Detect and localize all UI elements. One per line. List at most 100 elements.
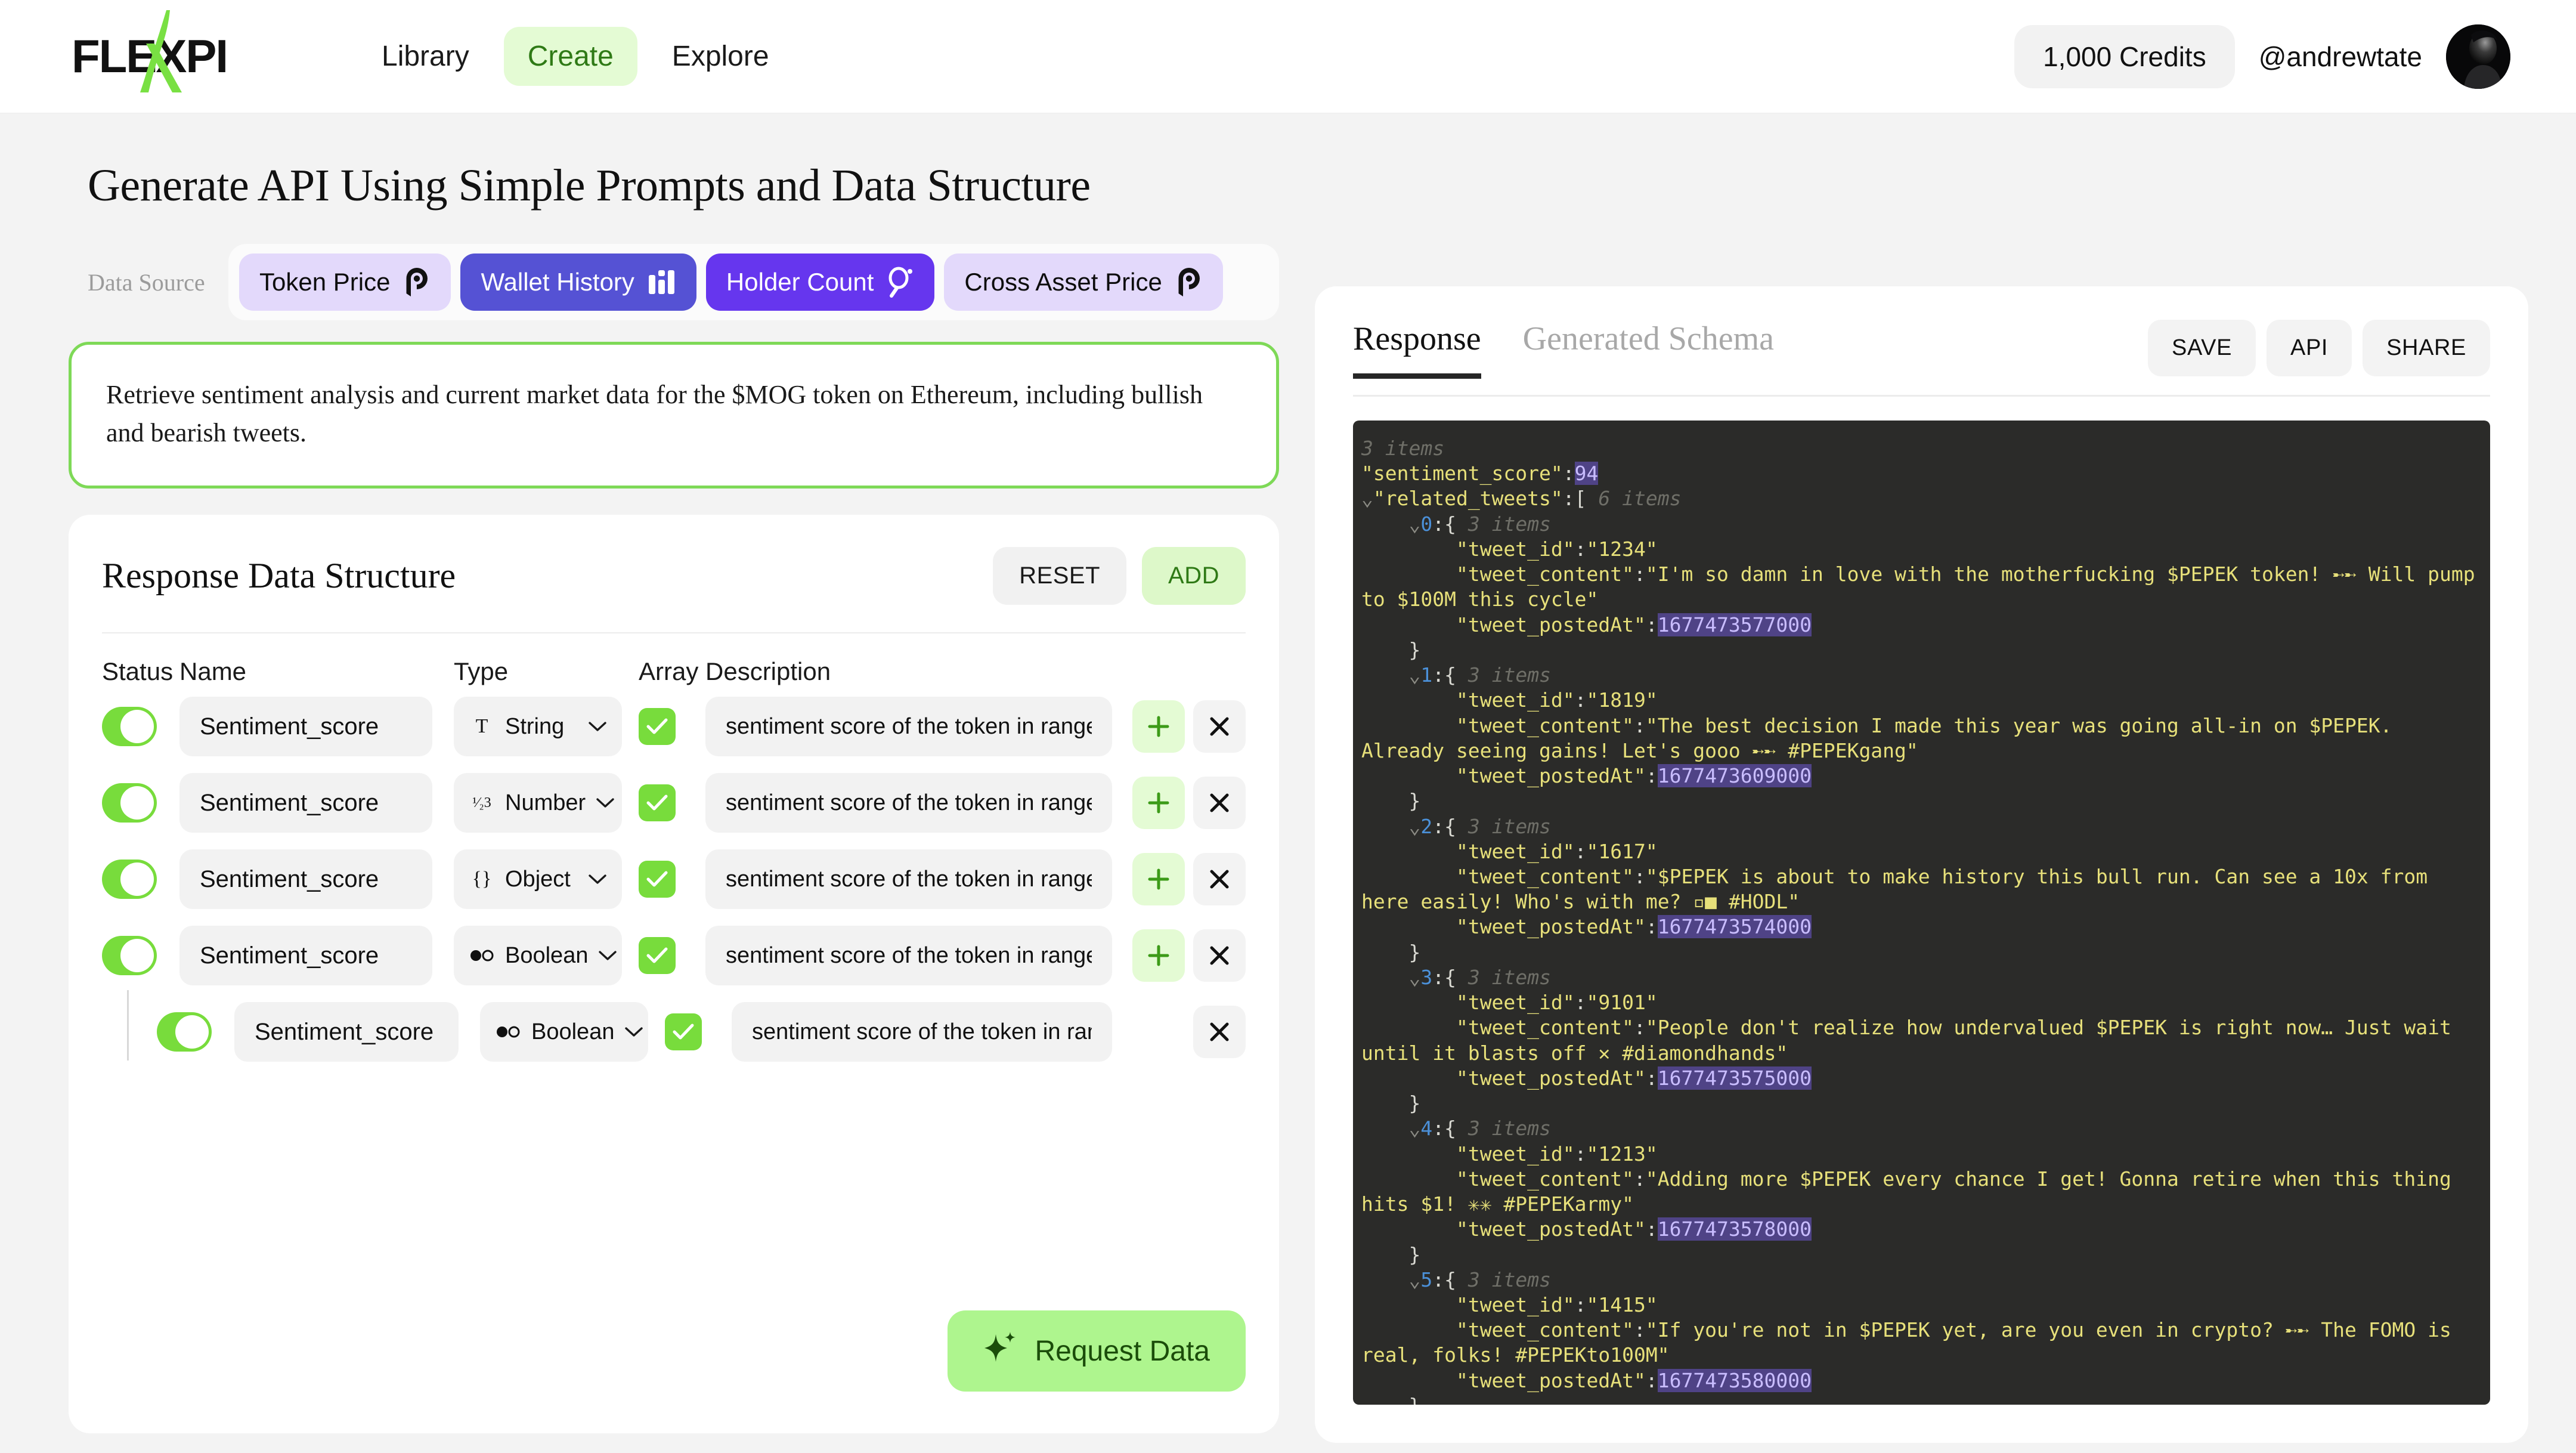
avatar[interactable] xyxy=(2446,24,2510,89)
delete-field-button[interactable] xyxy=(1193,929,1246,982)
field-description-input[interactable] xyxy=(705,849,1112,909)
nav-item-create[interactable]: Create xyxy=(503,27,637,86)
data-source-chip-wallet-history[interactable]: Wallet History xyxy=(460,253,696,311)
delete-field-button[interactable] xyxy=(1193,777,1246,829)
delete-field-button[interactable] xyxy=(1193,700,1246,753)
status-toggle[interactable] xyxy=(102,860,157,899)
field-name-input[interactable] xyxy=(179,697,432,756)
field-description-input[interactable] xyxy=(732,1002,1112,1062)
field-type-select[interactable]: Boolean xyxy=(480,1002,648,1062)
add-child-field-button[interactable] xyxy=(1132,929,1185,982)
logo-wordmark: FLEXPI xyxy=(72,30,228,82)
row-array-cell xyxy=(639,784,705,821)
response-header: Response Generated Schema SAVE API SHARE xyxy=(1353,320,2490,397)
array-checkbox[interactable] xyxy=(665,1013,702,1050)
add-child-field-button[interactable] xyxy=(1132,777,1185,829)
array-checkbox[interactable] xyxy=(639,708,676,745)
magnifier-icon xyxy=(887,267,914,298)
field-name-input[interactable] xyxy=(234,1002,459,1062)
tab-response[interactable]: Response xyxy=(1353,320,1481,379)
main-nav: Library Create Explore xyxy=(358,27,793,86)
page-title: Generate API Using Simple Prompts and Da… xyxy=(88,160,1091,211)
field-type-select[interactable]: {} Object xyxy=(454,849,622,909)
field-type-label: Number xyxy=(505,790,586,815)
status-toggle[interactable] xyxy=(102,783,157,823)
chip-label: Cross Asset Price xyxy=(964,268,1162,296)
credits-badge[interactable]: 1,000 Credits xyxy=(2014,24,2235,88)
status-toggle[interactable] xyxy=(102,936,157,975)
column-header-array: Array xyxy=(639,657,699,685)
chevron-down-icon xyxy=(624,1026,644,1038)
object-type-icon: {} xyxy=(472,868,492,890)
row-name-cell xyxy=(234,1002,480,1062)
delete-field-button[interactable] xyxy=(1193,853,1246,905)
row-type-cell: T String xyxy=(454,697,639,756)
data-source-row: Data Source Token Price Wallet History H… xyxy=(69,244,1279,320)
row-status-cell xyxy=(102,707,179,746)
data-source-label: Data Source xyxy=(88,268,205,296)
row-description-cell xyxy=(732,1002,1126,1062)
add-child-field-button[interactable] xyxy=(1132,700,1185,753)
username-label[interactable]: @andrewtate xyxy=(2259,41,2422,73)
status-toggle[interactable] xyxy=(157,1012,212,1052)
save-button[interactable]: SAVE xyxy=(2148,320,2256,376)
data-source-chip-holder-count[interactable]: Holder Count xyxy=(705,253,935,311)
row-name-cell xyxy=(179,849,454,909)
request-data-footer: Request Data xyxy=(102,1275,1246,1392)
field-name-input[interactable] xyxy=(179,773,432,833)
table-row: T String xyxy=(102,697,1246,756)
field-description-input[interactable] xyxy=(705,773,1112,833)
table-row: ¹⁄₂3 Number xyxy=(102,773,1246,833)
field-type-label: String xyxy=(505,713,565,739)
field-type-label: Boolean xyxy=(505,942,589,968)
table-row: Boolean xyxy=(102,926,1246,985)
header-right-group: 1,000 Credits @andrewtate xyxy=(2014,24,2510,89)
row-type-cell: {} Object xyxy=(454,849,639,909)
row-status-cell xyxy=(102,936,179,975)
table-row-nested: Boolean xyxy=(102,990,1246,1062)
chevron-down-icon xyxy=(595,797,615,809)
row-array-cell xyxy=(639,937,705,974)
row-type-cell: Boolean xyxy=(480,1002,665,1062)
sparkle-icon xyxy=(983,1331,1017,1371)
array-checkbox[interactable] xyxy=(639,784,676,821)
column-header-type: Type xyxy=(454,657,509,685)
json-response-viewer[interactable]: 3 items "sentiment_score":94 ⌄"related_twe… xyxy=(1353,421,2490,1405)
field-description-input[interactable] xyxy=(705,697,1112,756)
reset-button[interactable]: RESET xyxy=(993,547,1127,605)
add-child-field-button[interactable] xyxy=(1132,853,1185,905)
data-source-chip-token-price[interactable]: Token Price xyxy=(239,253,451,311)
number-type-icon: ¹⁄₂3 xyxy=(472,795,491,811)
add-button[interactable]: ADD xyxy=(1142,547,1246,605)
nav-item-explore[interactable]: Explore xyxy=(648,27,793,86)
field-name-input[interactable] xyxy=(179,849,432,909)
request-data-button[interactable]: Request Data xyxy=(948,1310,1246,1392)
row-array-cell xyxy=(639,708,705,745)
row-status-cell xyxy=(102,783,179,823)
column-header-description: Description xyxy=(705,657,831,685)
field-type-label: Boolean xyxy=(531,1019,615,1044)
column-header-status: Status xyxy=(102,657,174,685)
delete-field-button[interactable] xyxy=(1193,1006,1246,1058)
field-name-input[interactable] xyxy=(179,926,432,985)
array-checkbox[interactable] xyxy=(639,937,676,974)
toggle-knob xyxy=(120,939,154,972)
field-description-input[interactable] xyxy=(705,926,1112,985)
flexpi-logo[interactable]: FLEXPI xyxy=(72,10,228,92)
structure-title: Response Data Structure xyxy=(102,556,456,595)
api-button[interactable]: API xyxy=(2267,320,2352,376)
tab-generated-schema[interactable]: Generated Schema xyxy=(1523,320,1774,379)
nav-item-library[interactable]: Library xyxy=(358,27,493,86)
toggle-knob xyxy=(120,710,154,743)
share-button[interactable]: SHARE xyxy=(2363,320,2490,376)
data-source-chip-cross-asset-price[interactable]: Cross Asset Price xyxy=(944,253,1223,311)
field-type-select[interactable]: T String xyxy=(454,697,622,756)
prompt-textarea[interactable]: Retrieve sentiment analysis and current … xyxy=(69,342,1279,489)
field-type-select[interactable]: ¹⁄₂3 Number xyxy=(454,773,622,833)
structure-table-body: T String ¹⁄₂3 Number {} Object Boolean Boolean xyxy=(102,697,1246,1078)
field-type-select[interactable]: Boolean xyxy=(454,926,622,985)
status-toggle[interactable] xyxy=(102,707,157,746)
table-row: {} Object xyxy=(102,849,1246,909)
array-checkbox[interactable] xyxy=(639,861,676,898)
row-status-cell xyxy=(102,860,179,899)
